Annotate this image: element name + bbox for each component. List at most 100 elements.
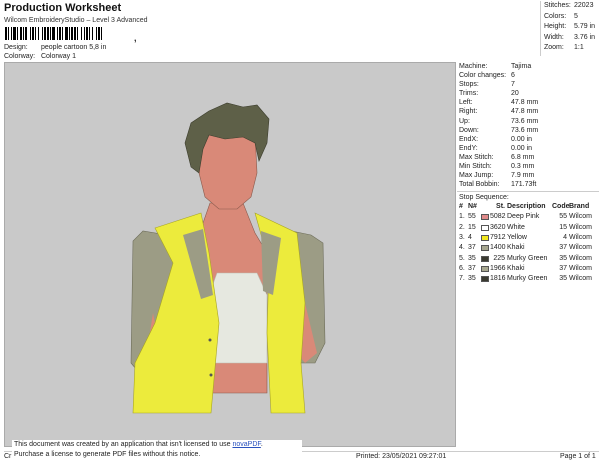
printed-timestamp: Printed: 23/05/2021 09:27:01: [356, 453, 447, 460]
stat-row: Colors: 5: [544, 12, 599, 23]
color-swatch: [481, 224, 489, 231]
machine-info-value: 47.8 mm: [511, 99, 539, 107]
machine-info-row: Min Stitch: 0.3 mm: [457, 162, 599, 171]
machine-info-row: Max Stitch: 6.8 mm: [457, 153, 599, 162]
stop-sequence-row: 2. 15 3620 White 15 Wilcom: [457, 223, 599, 233]
software-name: Wilcom EmbroideryStudio – Level 3 Advanc…: [4, 17, 148, 24]
stop-description: White: [507, 223, 525, 231]
stop-sequence-row: 4. 37 1400 Khaki 37 Wilcom: [457, 243, 599, 253]
page-number: Page 1 of 1: [560, 453, 596, 460]
machine-info-row: Trims: 20: [457, 89, 599, 98]
machine-info-label: Machine:: [459, 63, 488, 70]
stop-description: Khaki: [507, 244, 525, 252]
machine-info-row: Up: 73.6 mm: [457, 117, 599, 126]
machine-info-value: 6.8 mm: [511, 153, 535, 161]
stop-number: 7.: [459, 275, 465, 283]
stat-row: Width: 3.76 in: [544, 33, 599, 44]
machine-info-label: Right:: [459, 108, 478, 116]
stat-label: Zoom:: [544, 44, 564, 51]
machine-info-value: 0.00 in: [511, 144, 533, 152]
stop-sequence-row: 5. 35 225 Murky Green 35 Wilcom: [457, 254, 599, 264]
divider: [457, 191, 599, 193]
notice-line-1: This document was created by an applicat…: [14, 440, 302, 450]
stop-needle: 15: [468, 223, 476, 231]
stat-label: Height:: [544, 23, 567, 30]
stop-brand: Wilcom: [569, 244, 592, 252]
machine-info-label: Color changes:: [459, 72, 507, 80]
stop-code: 35: [559, 275, 567, 283]
stop-description: Murky Green: [507, 275, 548, 283]
machine-info-row: Max Jump: 7.9 mm: [457, 171, 599, 180]
notice-text: This document was created by an applicat…: [14, 441, 233, 448]
machine-info-label: Up:: [459, 117, 470, 125]
machine-info-row: Machine: Tajima: [457, 62, 599, 71]
stop-stitches: 1400: [490, 244, 506, 252]
machine-info-value: 7.9 mm: [511, 172, 535, 180]
machine-info-label: EndY:: [459, 144, 478, 152]
stop-code: 37: [559, 244, 567, 252]
button-shape: [208, 338, 212, 342]
barcode-trailer: ,: [134, 33, 137, 43]
stat-value: 3.76 in: [574, 33, 596, 41]
stat-label: Width:: [544, 33, 564, 41]
colorway-label: Colorway:: [4, 53, 36, 60]
notice-line-2: Purchase a license to generate PDF files…: [14, 451, 201, 458]
stop-number: 3.: [459, 233, 465, 241]
stop-needle: 35: [468, 275, 476, 283]
machine-info-value: 47.8 mm: [511, 108, 539, 116]
stop-sequence-row: 7. 35 1816 Murky Green 35 Wilcom: [457, 274, 599, 284]
stop-needle: 37: [468, 244, 476, 252]
machine-info-value: 73.6 mm: [511, 117, 539, 125]
stop-description: Khaki: [507, 264, 525, 272]
machine-info-label: EndX:: [459, 135, 479, 143]
stop-stitches: 7912: [490, 233, 506, 241]
stop-sequence-row: 6. 37 1966 Khaki 37 Wilcom: [457, 264, 599, 274]
stop-number: 2.: [459, 223, 465, 231]
stop-sequence-title: Stop Sequence:: [459, 194, 509, 202]
stat-value: 1:1: [574, 44, 584, 51]
machine-info-list: Machine: Tajima Color changes: 6 Stops: 7 Trim…: [457, 62, 599, 189]
stop-code: 55: [559, 213, 567, 221]
machine-info-value: 0.00 in: [511, 135, 533, 143]
worksheet-header: Production Worksheet Wilcom EmbroiderySt…: [0, 0, 540, 62]
color-swatch: [481, 265, 489, 272]
stop-number: 4.: [459, 244, 465, 252]
design-stats: Stitches: 22023 Colors: 5 Height: 5.79 in W…: [540, 1, 599, 56]
stop-brand: Wilcom: [569, 275, 592, 283]
machine-info-value: 6: [511, 72, 515, 80]
machine-info-value: 73.6 mm: [511, 126, 539, 134]
machine-info-label: Stops:: [459, 81, 479, 89]
colorway-line: Colorway: Colorway 1: [4, 53, 76, 60]
machine-info-value: 171.73ft: [511, 181, 537, 189]
color-swatch: [481, 235, 489, 242]
machine-info-label: Left:: [459, 99, 473, 107]
machine-info-label: Min Stitch:: [459, 163, 492, 171]
stat-value: 22023: [574, 2, 594, 9]
machine-info-label: Trims:: [459, 90, 479, 98]
stat-value: 5.79 in: [574, 23, 596, 30]
novapdf-link[interactable]: novaPDF: [232, 441, 260, 448]
stop-brand: Wilcom: [569, 254, 592, 262]
header-needle: N#: [468, 203, 477, 211]
machine-info-row: Right: 47.8 mm: [457, 107, 599, 116]
stop-code: 37: [559, 264, 567, 272]
stop-stitches: 5082: [490, 213, 506, 221]
stop-code: 15: [559, 223, 567, 231]
header-description: Description: [507, 203, 546, 211]
header-number: #: [459, 203, 463, 211]
stop-brand: Wilcom: [569, 233, 592, 241]
machine-info-row: Down: 73.6 mm: [457, 126, 599, 135]
stop-brand: Wilcom: [569, 264, 592, 272]
stop-stitches: 225: [493, 254, 505, 262]
design-value: people cartoon 5,8 in: [40, 44, 107, 51]
machine-info-row: Total Bobbin: 171.73ft: [457, 180, 599, 189]
stop-sequence-header: # N# St. Description Code Brand: [457, 202, 599, 212]
face-shape: [198, 132, 258, 210]
stop-stitches: 1966: [490, 264, 506, 272]
machine-info-value: 20: [511, 90, 519, 98]
design-preview: [4, 62, 456, 447]
stop-sequence-row: 3. 4 7912 Yellow 4 Wilcom: [457, 233, 599, 243]
colorway-value: Colorway 1: [40, 53, 76, 60]
stat-row: Zoom: 1:1: [544, 43, 599, 54]
notice-period: .: [260, 441, 263, 448]
